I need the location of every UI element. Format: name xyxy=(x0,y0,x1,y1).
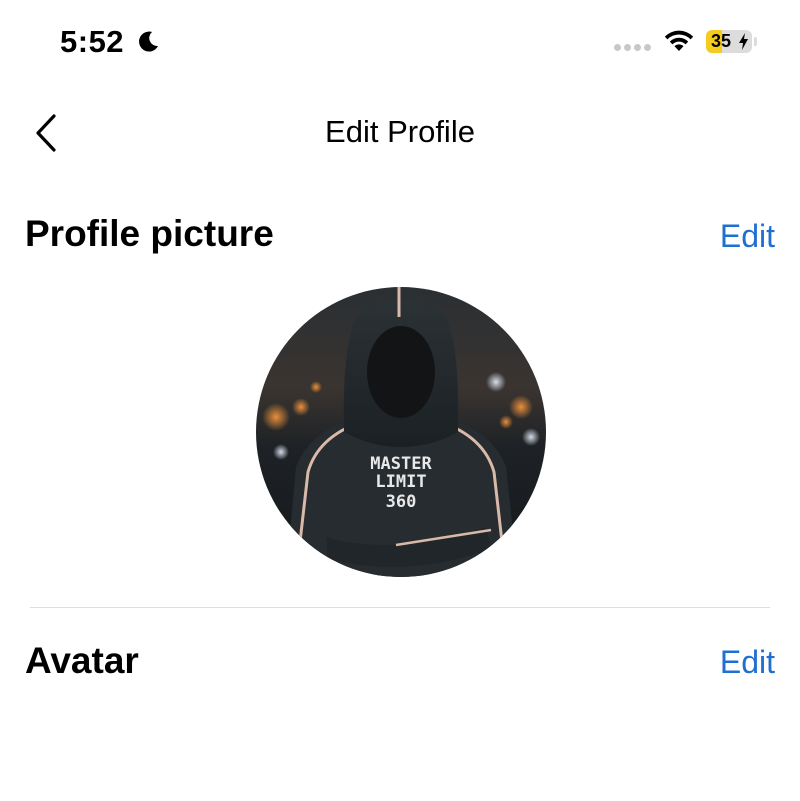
battery-cap xyxy=(754,37,757,46)
profile-picture-image[interactable]: MASTER LIMIT 360 xyxy=(256,287,546,577)
signal-dots-icon xyxy=(614,44,651,51)
hoodie-text-line1: MASTER xyxy=(370,454,432,474)
status-time: 5:52 xyxy=(60,24,125,59)
profile-picture-heading: Profile picture xyxy=(25,213,274,254)
edit-profile-screen: 5:52 35 Edit Profile Profile picture Edi… xyxy=(0,0,800,801)
hoodie-text-line2: LIMIT xyxy=(375,472,426,492)
battery-level: 35 xyxy=(711,31,732,51)
edit-avatar-button[interactable]: Edit xyxy=(720,644,775,681)
page-title: Edit Profile xyxy=(325,114,475,149)
hoodie-text-line3: 360 xyxy=(386,492,417,512)
moon-icon xyxy=(139,31,158,52)
charging-bolt-icon xyxy=(739,33,748,50)
battery-icon: 35 xyxy=(706,30,752,53)
edit-profile-picture-button[interactable]: Edit xyxy=(720,218,775,255)
avatar-heading: Avatar xyxy=(25,640,139,681)
section-divider xyxy=(30,607,770,608)
wifi-icon xyxy=(664,30,694,51)
